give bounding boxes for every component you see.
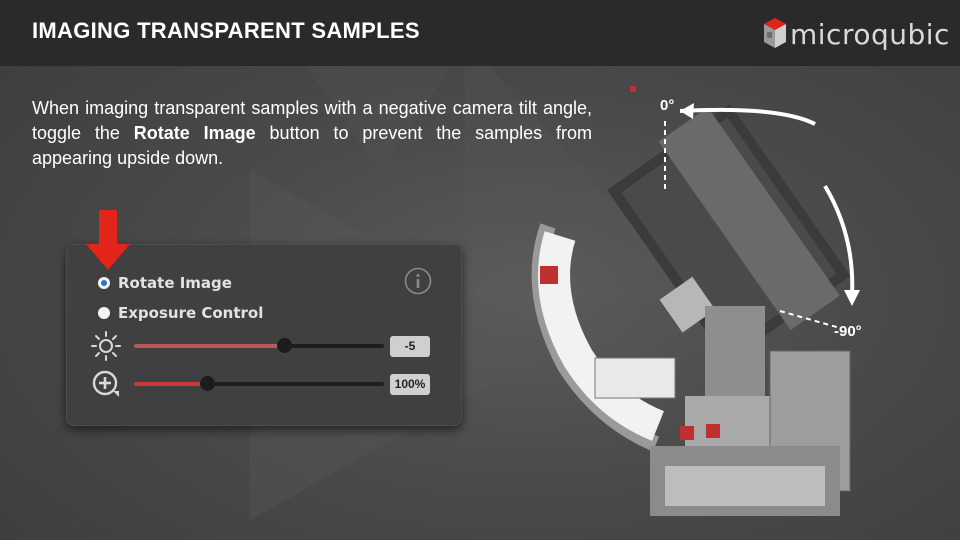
slide: IMAGING TRANSPARENT SAMPLES microqubic W… <box>0 0 960 540</box>
zoom-slider-fill <box>134 382 207 386</box>
exposure-slider[interactable] <box>134 338 384 353</box>
info-icon[interactable] <box>404 267 432 295</box>
radio-option-exposure-control[interactable]: Exposure Control <box>98 304 263 322</box>
sun-icon <box>91 331 121 361</box>
header-bar: IMAGING TRANSPARENT SAMPLES microqubic <box>0 0 960 66</box>
radio-button-selected[interactable] <box>98 277 110 289</box>
cube-logo-icon <box>764 18 786 48</box>
angle-label-top: 0° <box>660 97 675 114</box>
zoom-slider[interactable] <box>134 376 384 391</box>
exposure-slider-handle[interactable] <box>277 338 292 353</box>
radio-option-rotate-image[interactable]: Rotate Image <box>98 274 232 292</box>
exposure-slider-fill <box>134 344 284 348</box>
description-bold-term: Rotate Image <box>133 123 256 143</box>
zoom-value[interactable]: 100% <box>390 374 430 395</box>
tilt-stage-device-illustration <box>531 86 860 516</box>
radio-label: Rotate Image <box>118 274 232 292</box>
logo: microqubic <box>760 12 949 56</box>
red-down-arrow-icon <box>86 210 130 270</box>
radio-button[interactable] <box>98 307 110 319</box>
angle-label-bottom: -90° <box>834 323 862 340</box>
page-title: IMAGING TRANSPARENT SAMPLES <box>32 18 420 43</box>
radio-label: Exposure Control <box>118 304 264 322</box>
zoom-plus-icon <box>92 370 119 397</box>
logo-text: microqubic <box>790 18 950 51</box>
zoom-slider-handle[interactable] <box>199 376 215 391</box>
exposure-value[interactable]: -5 <box>390 336 430 357</box>
